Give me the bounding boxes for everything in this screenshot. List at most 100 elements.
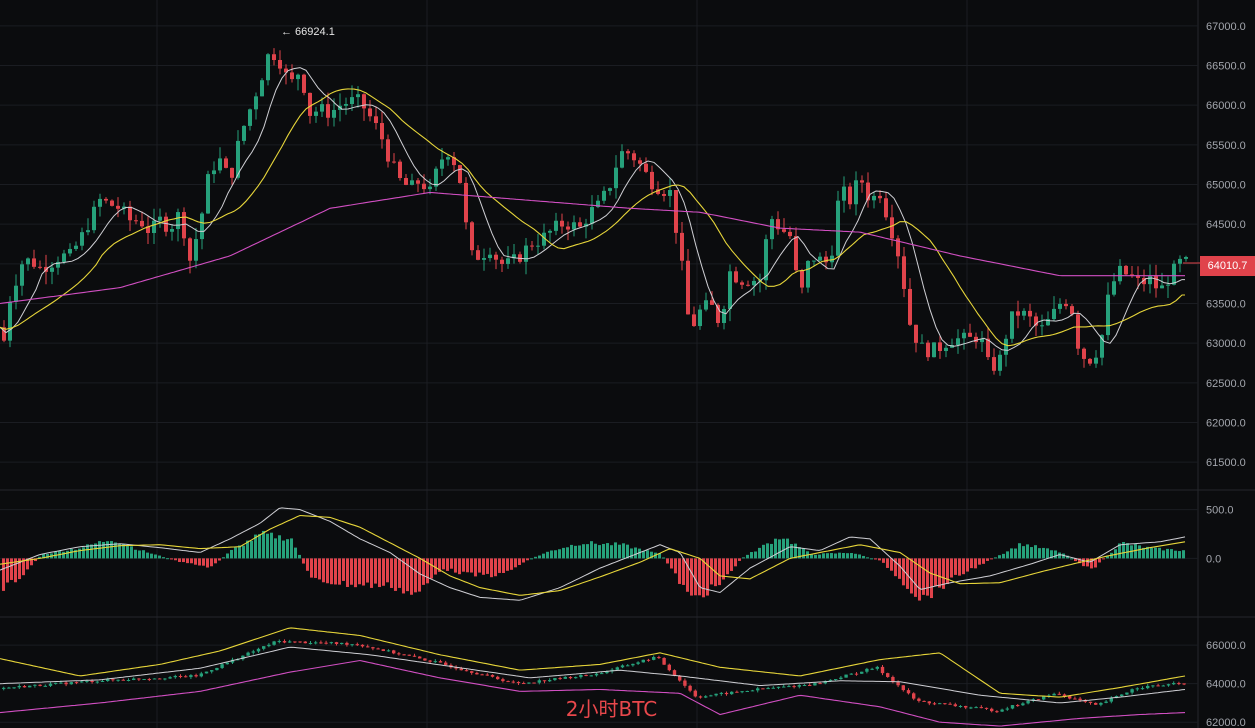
macd-histogram-bar	[1174, 550, 1177, 559]
macd-histogram-bar	[206, 558, 209, 568]
macd-histogram-bar	[1170, 549, 1173, 559]
candle-body	[458, 165, 462, 183]
candle-body	[1154, 276, 1158, 289]
macd-histogram-bar	[342, 558, 345, 581]
macd-histogram-bar	[886, 558, 889, 568]
macd-histogram-bar	[446, 558, 449, 571]
macd-histogram-bar	[202, 558, 205, 566]
macd-histogram-bar	[990, 558, 993, 560]
candle-body	[920, 342, 924, 344]
candle-body	[251, 651, 255, 653]
macd-histogram-bar	[126, 546, 129, 559]
macd-histogram-bar	[562, 547, 565, 559]
macd-histogram-bar	[302, 558, 305, 564]
macd-histogram-bar	[898, 558, 901, 579]
candle-body	[698, 309, 702, 327]
candle-body	[62, 253, 66, 262]
last-price-tag: 64010.7	[1200, 256, 1255, 276]
candle-body	[944, 347, 948, 352]
macd-histogram-bar	[642, 551, 645, 559]
candle-body	[182, 212, 186, 239]
macd-histogram-bar	[870, 558, 873, 560]
candle-body	[121, 679, 125, 681]
candle-body	[584, 674, 588, 676]
candle-body	[482, 258, 486, 260]
macd-histogram-bar	[974, 558, 977, 569]
candle-body	[80, 232, 84, 246]
candle-body	[590, 207, 594, 224]
candle-body	[1182, 683, 1186, 685]
candle-body	[85, 680, 89, 682]
candle-body	[368, 108, 372, 117]
candle-body	[200, 213, 204, 240]
candle-body	[932, 342, 936, 358]
candle-body	[410, 180, 414, 185]
macd-histogram-bar	[454, 558, 457, 573]
macd-histogram-bar	[470, 558, 473, 573]
macd-histogram-bar	[578, 545, 581, 559]
y-tick-label: 62000.0	[1206, 417, 1246, 429]
candle-body	[901, 685, 905, 691]
macd-histogram-bar	[950, 558, 953, 578]
candle-body	[212, 170, 216, 175]
candle-body	[880, 666, 885, 674]
candle-body	[1016, 311, 1020, 316]
candle-body	[28, 685, 32, 688]
candle-body	[290, 72, 294, 80]
candle-body	[860, 671, 864, 674]
candle-body	[854, 673, 859, 675]
macd-histogram-bar	[350, 558, 353, 585]
macd-histogram-bar	[702, 558, 705, 598]
candle-body	[416, 180, 420, 184]
macd-histogram-bar	[674, 558, 677, 574]
macd-histogram-bar	[698, 558, 701, 596]
candle-body	[568, 676, 573, 679]
macd-histogram-bar	[630, 548, 633, 559]
candle-body	[1148, 276, 1152, 285]
candle-body	[1184, 256, 1188, 259]
candle-body	[476, 250, 480, 260]
macd-histogram-bar	[458, 558, 461, 575]
macd-histogram-bar	[174, 558, 177, 561]
candle-body	[644, 163, 648, 172]
macd-histogram-bar	[850, 553, 853, 559]
candle-body	[1070, 306, 1074, 315]
macd-histogram-bar	[958, 558, 961, 576]
macd-histogram-bar	[882, 558, 885, 563]
candle-body	[374, 116, 378, 124]
candle-body	[806, 260, 810, 288]
candle-body	[1178, 258, 1182, 264]
candle-body	[158, 678, 162, 680]
macd-histogram-bar	[1002, 553, 1005, 559]
candle-body	[1022, 310, 1026, 316]
candle-body	[797, 685, 801, 687]
candle-body	[522, 683, 526, 685]
macd-histogram-bar	[622, 543, 625, 559]
macd-histogram-bar	[466, 558, 469, 573]
macd-histogram-bar	[878, 558, 881, 561]
macd-histogram-bar	[726, 558, 729, 575]
macd-histogram-bar	[430, 558, 433, 579]
candle-body	[199, 673, 203, 677]
candle-body	[412, 655, 417, 657]
macd-histogram-bar	[286, 539, 289, 559]
macd-histogram-bar	[554, 550, 557, 559]
macd-histogram-bar	[66, 550, 69, 559]
macd-histogram-bar	[386, 558, 389, 583]
macd-histogram-bar	[530, 558, 533, 560]
candle-body	[38, 684, 42, 686]
candle-body	[2, 687, 6, 689]
macd-histogram-bar	[550, 550, 553, 559]
macd-histogram-bar	[866, 557, 869, 559]
candle-body	[968, 332, 972, 337]
macd-histogram-bar	[614, 542, 617, 559]
candle-body	[914, 324, 918, 343]
macd-histogram-bar	[1042, 547, 1045, 559]
macd-histogram-bar	[282, 540, 285, 559]
macd-histogram-bar	[298, 554, 301, 559]
candle-body	[356, 94, 360, 98]
candle-body	[740, 282, 744, 285]
candle-body	[296, 74, 300, 80]
candle-body	[194, 239, 198, 261]
candle-body	[303, 641, 307, 644]
